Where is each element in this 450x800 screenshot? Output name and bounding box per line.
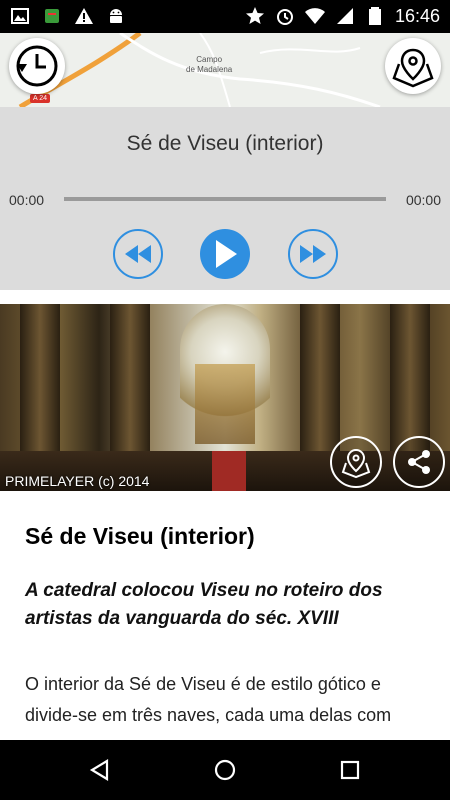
duration-time: 00:00 <box>405 192 441 208</box>
clock-icon <box>16 45 58 87</box>
seek-bar[interactable] <box>64 197 386 201</box>
audio-player: Sé de Viseu (interior) 00:00 00:00 <box>0 107 450 290</box>
battery-icon <box>368 7 381 25</box>
map-place-label: Campo de Madalena <box>186 55 233 74</box>
map-view[interactable]: Campo de Madalena A 24 <box>0 33 450 107</box>
map-pin-icon <box>392 48 434 88</box>
rewind-icon <box>125 245 151 263</box>
article-body: O interior da Sé de Viseu é de estilo gó… <box>25 674 392 725</box>
photo-altar <box>195 364 255 444</box>
wifi-icon <box>304 8 325 24</box>
home-icon[interactable] <box>213 758 237 782</box>
photo-column <box>110 304 150 464</box>
current-time: 00:00 <box>9 192 45 208</box>
cathedral-photo: PRIMELAYER (c) 2014 <box>0 304 450 491</box>
app-icon <box>45 9 59 23</box>
share-icon <box>408 450 430 474</box>
location-pin-icon <box>341 448 371 479</box>
history-button[interactable] <box>9 38 65 94</box>
photo-column <box>20 304 60 464</box>
rewind-button[interactable] <box>113 229 163 279</box>
photo-credit: PRIMELAYER (c) 2014 <box>5 473 150 489</box>
recent-apps-icon[interactable] <box>338 758 362 782</box>
article-subtitle: A catedral colocou Viseu no roteiro dos … <box>25 580 383 629</box>
warning-icon <box>75 8 93 24</box>
photo-column <box>300 304 340 464</box>
navigation-bar <box>0 740 450 800</box>
star-icon <box>245 7 264 24</box>
android-icon <box>110 9 122 23</box>
play-icon <box>216 240 237 268</box>
play-button[interactable] <box>200 229 250 279</box>
player-title: Sé de Viseu (interior) <box>126 132 324 155</box>
signal-icon <box>336 8 353 24</box>
show-on-map-button[interactable] <box>330 436 382 488</box>
article-scroll[interactable]: Sé de Viseu (interior) A catedral coloco… <box>0 491 450 740</box>
photo-carpet <box>212 451 246 491</box>
share-button[interactable] <box>393 436 445 488</box>
places-button[interactable] <box>385 38 441 94</box>
fast-forward-button[interactable] <box>288 229 338 279</box>
back-icon[interactable] <box>88 758 112 782</box>
article-title: Sé de Viseu (interior) <box>25 523 255 549</box>
status-time: 16:46 <box>394 6 440 26</box>
alarm-icon <box>276 9 293 25</box>
fast-forward-icon <box>300 245 326 263</box>
image-icon <box>11 8 29 24</box>
status-bar: 16:46 <box>0 0 450 33</box>
map-road-badge: A 24 <box>30 94 51 103</box>
